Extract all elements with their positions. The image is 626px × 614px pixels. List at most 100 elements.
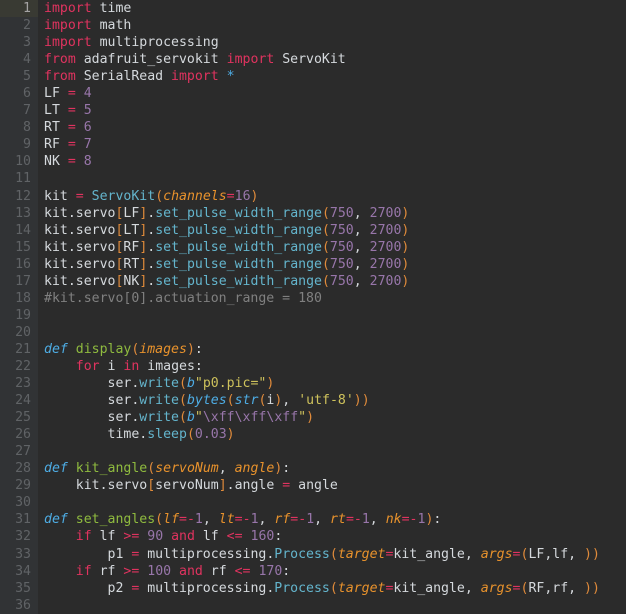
code-token-parm: lt <box>218 512 235 528</box>
code-token-txt: : <box>282 461 291 477</box>
code-token-txt: RF <box>123 239 140 255</box>
line-number[interactable]: 13 <box>0 205 38 222</box>
line-number[interactable]: 21 <box>0 341 38 358</box>
line-number[interactable]: 6 <box>0 85 38 102</box>
code-line[interactable]: ser.write(b"\xff\xff\xff") <box>38 409 626 426</box>
code-token-txt: kit.servo <box>44 222 116 238</box>
line-number[interactable]: 10 <box>0 153 38 170</box>
line-number[interactable]: 26 <box>0 426 38 443</box>
line-number-gutter[interactable]: 1 2 3 4 5 6 7 8 9 10 11 12 13 14 15 16 17 18 19 20 21 22 23 24 2… <box>0 0 38 614</box>
code-token-txt: ser <box>44 410 132 426</box>
line-number[interactable]: 5 <box>0 68 38 85</box>
line-number[interactable]: 19 <box>0 307 38 324</box>
code-line[interactable]: ser.write(bytes(str(i), 'utf-8')) <box>38 392 626 409</box>
line-number[interactable]: 16 <box>0 256 38 273</box>
code-line[interactable]: import time <box>38 0 626 17</box>
code-line[interactable]: RF = 7 <box>38 136 626 153</box>
code-line[interactable]: for i in images: <box>38 358 626 375</box>
code-line[interactable]: kit.servo[LF].set_pulse_width_range(750,… <box>38 205 626 222</box>
line-number[interactable]: 12 <box>0 188 38 205</box>
line-number[interactable]: 35 <box>0 580 38 597</box>
code-token-txt: : <box>274 529 283 545</box>
code-token-kw2: in <box>123 358 148 374</box>
code-line[interactable]: if rf >= 100 and rf <= 170: <box>38 563 626 580</box>
line-number[interactable]: 29 <box>0 477 38 494</box>
code-token-txt: multiprocessing <box>99 35 219 51</box>
code-line[interactable]: time.sleep(0.03) <box>38 426 626 443</box>
line-number[interactable]: 3 <box>0 34 38 51</box>
code-line[interactable]: import math <box>38 17 626 34</box>
code-line[interactable] <box>38 307 626 324</box>
code-line[interactable]: ser.write(b"p0.pic=") <box>38 375 626 392</box>
code-line[interactable]: if lf >= 90 and lf <= 160: <box>38 528 626 545</box>
code-line[interactable] <box>38 443 626 460</box>
code-line[interactable]: LF = 4 <box>38 85 626 102</box>
code-token-kwi: def <box>44 341 76 357</box>
code-line[interactable] <box>38 324 626 341</box>
code-token-kwi: def <box>44 512 76 528</box>
code-token-txt: math <box>99 18 132 34</box>
code-line[interactable]: def set_angles(lf=-1, lt=-1, rf=-1, rt=-… <box>38 511 626 528</box>
line-number[interactable]: 23 <box>0 375 38 392</box>
code-line[interactable] <box>38 494 626 511</box>
line-number[interactable]: 36 <box>0 597 38 614</box>
code-token-kw2: from <box>44 69 84 85</box>
code-token-kwi: str <box>234 393 259 409</box>
code-line[interactable]: RT = 6 <box>38 119 626 136</box>
code-line[interactable] <box>38 170 626 187</box>
line-number[interactable]: 15 <box>0 239 38 256</box>
line-number[interactable]: 18 <box>0 290 38 307</box>
code-line[interactable]: #kit.servo[0].actuation_range = 180 <box>38 290 626 307</box>
code-token-txt: NK <box>44 154 68 170</box>
line-number[interactable]: 4 <box>0 51 38 68</box>
code-line[interactable]: kit.servo[RT].set_pulse_width_range(750,… <box>38 256 626 273</box>
code-token-txt: RT <box>123 256 140 272</box>
code-token-kwi: bytes <box>186 393 227 409</box>
line-number[interactable]: 30 <box>0 494 38 511</box>
code-token-txt: time <box>44 427 140 443</box>
code-line[interactable]: def display(images): <box>38 341 626 358</box>
code-token-parm: target <box>337 546 386 562</box>
line-number[interactable]: 25 <box>0 409 38 426</box>
line-number[interactable]: 9 <box>0 136 38 153</box>
code-line[interactable]: import multiprocessing <box>38 34 626 51</box>
code-line[interactable]: from SerialRead import * <box>38 68 626 85</box>
code-line[interactable]: NK = 8 <box>38 153 626 170</box>
code-token-txt: ser <box>44 393 132 409</box>
line-number[interactable]: 1 <box>0 0 38 18</box>
code-token-op: = <box>234 512 243 528</box>
code-editor[interactable]: 1 2 3 4 5 6 7 8 9 10 11 12 13 14 15 16 17 18 19 20 21 22 23 24 2… <box>0 0 626 614</box>
code-line[interactable]: kit.servo[LT].set_pulse_width_range(750,… <box>38 222 626 239</box>
line-number[interactable]: 7 <box>0 102 38 119</box>
code-token-num: 100 <box>147 563 180 579</box>
code-line[interactable]: kit.servo[servoNum].angle = angle <box>38 477 626 494</box>
code-line[interactable]: def kit_angle(servoNum, angle): <box>38 460 626 477</box>
line-number[interactable]: 28 <box>0 460 38 477</box>
line-number[interactable]: 24 <box>0 392 38 409</box>
code-token-op: = <box>401 512 410 528</box>
line-number[interactable]: 11 <box>0 170 38 187</box>
code-line[interactable]: kit.servo[NK].set_pulse_width_range(750,… <box>38 273 626 290</box>
code-line[interactable]: LT = 5 <box>38 102 626 119</box>
line-number[interactable]: 8 <box>0 119 38 136</box>
code-line[interactable]: p2 = multiprocessing.Process(target=kit_… <box>38 580 626 597</box>
line-number[interactable]: 17 <box>0 273 38 290</box>
code-line[interactable] <box>38 597 626 614</box>
code-token-txt: : <box>194 358 203 374</box>
line-number[interactable]: 34 <box>0 563 38 580</box>
code-token-par: ) <box>361 393 370 409</box>
line-number[interactable]: 31 <box>0 511 38 528</box>
code-text-area[interactable]: import time import math import multiproces… <box>38 0 626 614</box>
code-token-op: >= <box>123 563 148 579</box>
line-number[interactable]: 22 <box>0 358 38 375</box>
code-line[interactable]: kit.servo[RF].set_pulse_width_range(750,… <box>38 239 626 256</box>
line-number[interactable]: 33 <box>0 546 38 563</box>
code-line[interactable]: p1 = multiprocessing.Process(target=kit_… <box>38 546 626 563</box>
code-line[interactable]: kit = ServoKit(channels=16) <box>38 188 626 205</box>
line-number[interactable]: 2 <box>0 17 38 34</box>
line-number[interactable]: 32 <box>0 528 38 545</box>
code-line[interactable]: from adafruit_servokit import ServoKit <box>38 51 626 68</box>
line-number[interactable]: 14 <box>0 222 38 239</box>
line-number[interactable]: 27 <box>0 443 38 460</box>
line-number[interactable]: 20 <box>0 324 38 341</box>
